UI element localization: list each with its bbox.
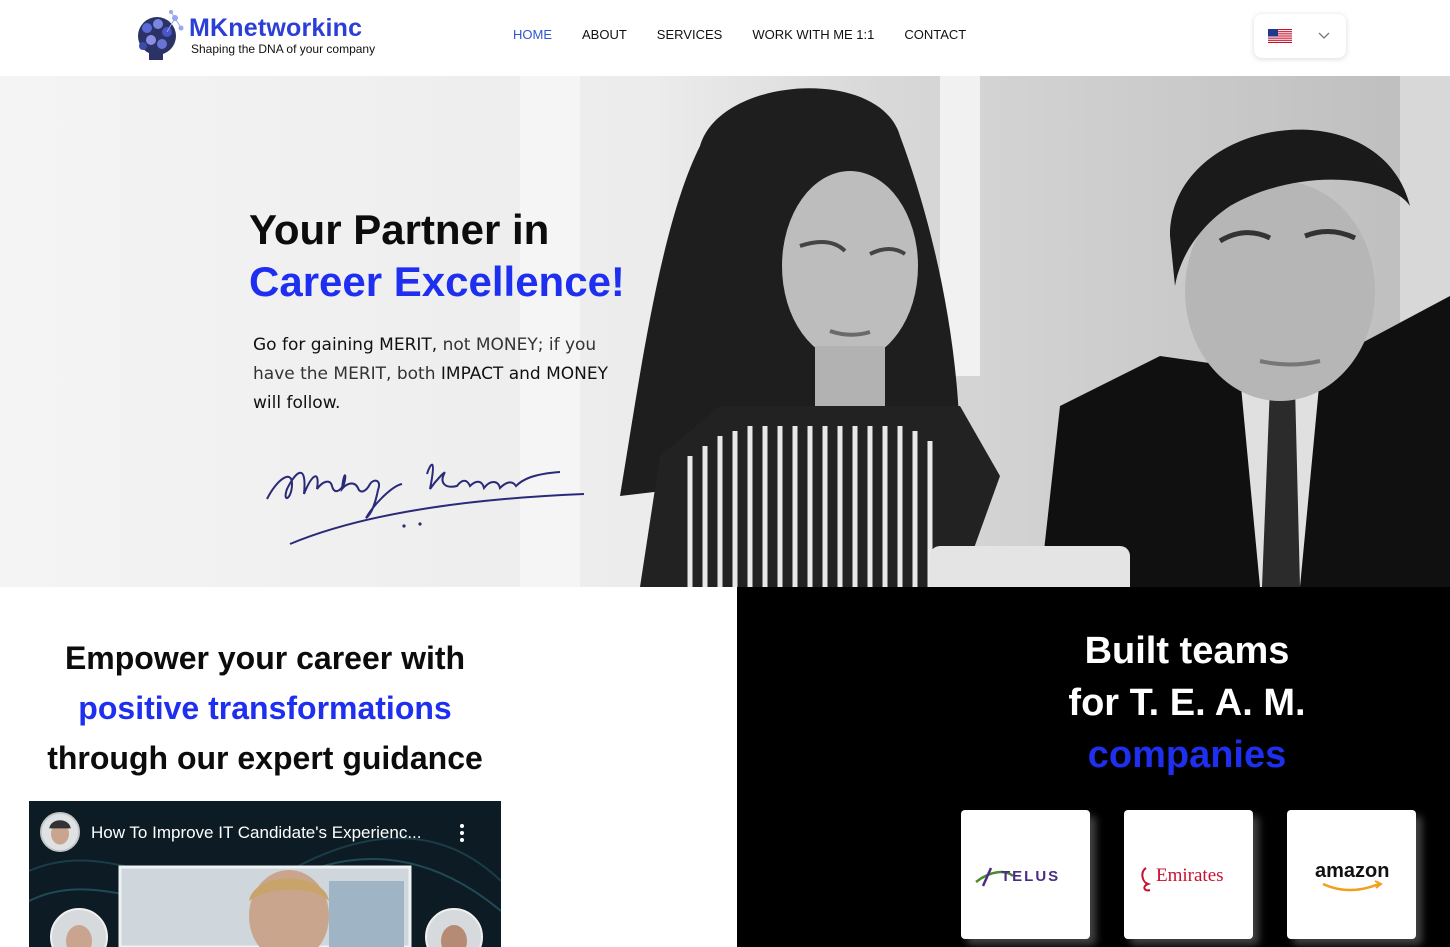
dna-head-logo-icon	[138, 10, 184, 60]
brand-name: MKnetworkinc	[189, 14, 363, 42]
teams-section: Built teams for T. E. A. M. companies TE…	[737, 587, 1450, 947]
nav-services[interactable]: SERVICES	[657, 27, 723, 43]
emirates-text: Emirates	[1156, 865, 1224, 886]
video-title[interactable]: How To Improve IT Candidate's Experienc.…	[91, 823, 441, 843]
telus-logo: TELUS	[975, 867, 1060, 887]
signature-image	[266, 463, 585, 545]
main-nav: HOME ABOUT SERVICES WORK WITH ME 1:1 CON…	[513, 27, 996, 43]
nav-contact[interactable]: CONTACT	[904, 27, 966, 43]
hero-people-photo	[0, 76, 1450, 587]
telus-text: TELUS	[1001, 868, 1060, 885]
hero-title-line1: Your Partner in	[249, 206, 550, 253]
empower-line3: through our expert guidance	[47, 740, 483, 776]
empower-heading: Empower your career with positive transf…	[0, 633, 530, 783]
youtube-video-embed[interactable]: How To Improve IT Candidate's Experienc.…	[29, 801, 501, 947]
quote-merit: Go for gaining MERIT,	[253, 335, 438, 355]
teams-line3: companies	[1087, 734, 1287, 776]
hero-title-line2: Career Excellence!	[249, 258, 625, 305]
more-vert-icon[interactable]	[455, 823, 469, 843]
us-flag-icon	[1268, 29, 1292, 43]
teams-heading: Built teams for T. E. A. M. companies	[967, 625, 1407, 781]
avatar-person-icon	[42, 814, 78, 850]
empower-line2: positive transformations	[78, 690, 452, 726]
telus-logo-card: TELUS	[961, 810, 1090, 939]
brand-logo[interactable]: MKnetworkinc Shaping the DNA of your com…	[131, 8, 391, 62]
brand-tagline: Shaping the DNA of your company	[191, 42, 376, 56]
amazon-logo: amazon	[1315, 860, 1389, 892]
amazon-text: amazon	[1315, 860, 1389, 882]
emirates-logo: Emirates	[1141, 865, 1224, 892]
teams-line1: Built teams	[1084, 630, 1290, 672]
amazon-logo-card: amazon	[1287, 810, 1416, 939]
hero-quote: Go for gaining MERIT, not MONEY; if you …	[253, 331, 633, 418]
hero-section: Your Partner in Career Excellence! Go fo…	[0, 76, 1450, 587]
nav-about[interactable]: ABOUT	[582, 27, 627, 43]
emirates-logo-card: Emirates	[1124, 810, 1253, 939]
nav-home[interactable]: HOME	[513, 27, 552, 43]
site-header: MKnetworkinc Shaping the DNA of your com…	[0, 0, 1450, 76]
teams-line2: for T. E. A. M.	[1068, 682, 1306, 724]
empower-section: Empower your career with positive transf…	[0, 587, 737, 947]
nav-work-with-me[interactable]: WORK WITH ME 1:1	[752, 27, 874, 43]
channel-avatar[interactable]	[40, 812, 80, 852]
empower-line1: Empower your career with	[64, 640, 466, 676]
chevron-down-icon	[1318, 32, 1330, 39]
language-selector[interactable]	[1254, 14, 1346, 58]
